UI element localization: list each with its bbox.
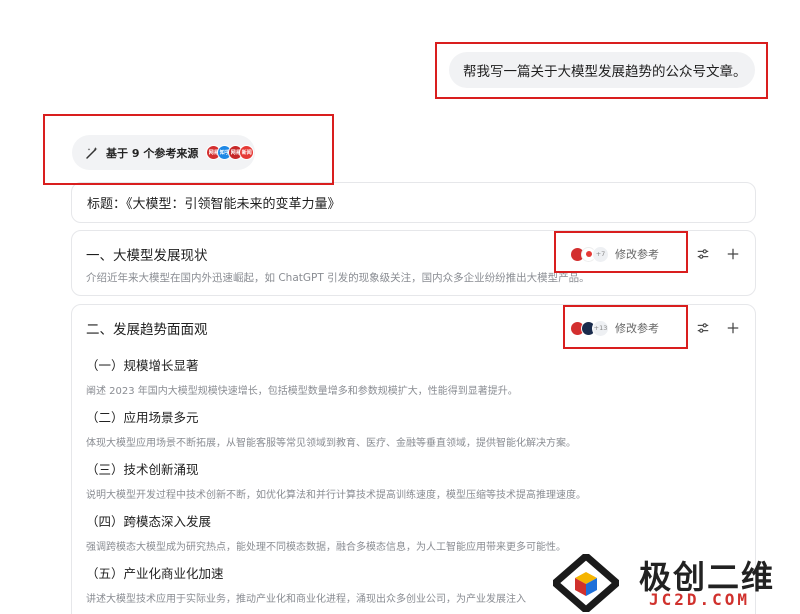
section-1-modify-label: 修改参考: [615, 248, 659, 261]
adjust-sliders-icon[interactable]: [695, 246, 711, 262]
adjust-sliders-icon[interactable]: [695, 320, 711, 336]
add-icon[interactable]: [725, 320, 741, 336]
add-icon[interactable]: [725, 246, 741, 262]
subsection-title: （三）技术创新涌现: [86, 462, 199, 477]
subsection-description: 阐述 2023 年国内大模型规模快速增长，包括模型数量增多和参数规模扩大，性能得…: [86, 386, 518, 397]
section-2-title: 二、发展趋势面面观: [86, 322, 208, 338]
magic-wand-icon: [86, 146, 98, 159]
watermark: 极创二维 JC2D.COM: [553, 548, 800, 614]
outline-title-card[interactable]: 标题：《大模型：引领智能未来的变革力量》: [71, 182, 756, 223]
source-icon-stack: 网易 知乎 网易 新闻: [206, 145, 255, 160]
user-message-bubble: 帮我写一篇关于大模型发展趋势的公众号文章。: [449, 52, 755, 88]
section-1-title: 一、大模型发展现状: [86, 248, 208, 264]
subsection-title: （一）规模增长显著: [86, 358, 199, 373]
watermark-domain: JC2D.COM: [649, 590, 751, 609]
section-2-more-count: +13: [592, 319, 609, 337]
subsection-description: 体现大模型应用场景不断拓展，从智能客服等常见领域到教育、医疗、金融等垂直领域，提…: [86, 438, 576, 449]
subsection-title: （二）应用场景多元: [86, 410, 199, 425]
reference-sources-button[interactable]: 基于 9 个参考来源 网易 知乎 网易 新闻: [72, 135, 255, 170]
section-1-description: 介绍近年来大模型在国内外迅速崛起，如 ChatGPT 引发的现象级关注，国内众多…: [86, 272, 590, 284]
section-1-modify-references-button[interactable]: +7 修改参考: [570, 245, 659, 263]
reference-sources-label: 基于 9 个参考来源: [106, 146, 199, 160]
subsection-title: （四）跨模态深入发展: [86, 514, 212, 529]
section-1-more-count: +7: [592, 245, 609, 263]
outline-title: 标题：《大模型：引领智能未来的变革力量》: [87, 197, 341, 212]
cube-logo-icon: [553, 554, 619, 612]
user-message-text: 帮我写一篇关于大模型发展趋势的公众号文章。: [463, 64, 747, 80]
subsection-description: 说明大模型开发过程中技术创新不断，如优化算法和并行计算技术提高训练速度，模型压缩…: [86, 490, 586, 501]
section-2-modify-references-button[interactable]: +13 修改参考: [570, 319, 659, 337]
source-4-icon: 新闻: [239, 145, 255, 160]
section-2-modify-label: 修改参考: [615, 322, 659, 335]
outline-section-1[interactable]: 一、大模型发展现状 +7 修改参考 介绍近年来大模型在国内外迅速崛起，如 Cha…: [71, 230, 756, 296]
